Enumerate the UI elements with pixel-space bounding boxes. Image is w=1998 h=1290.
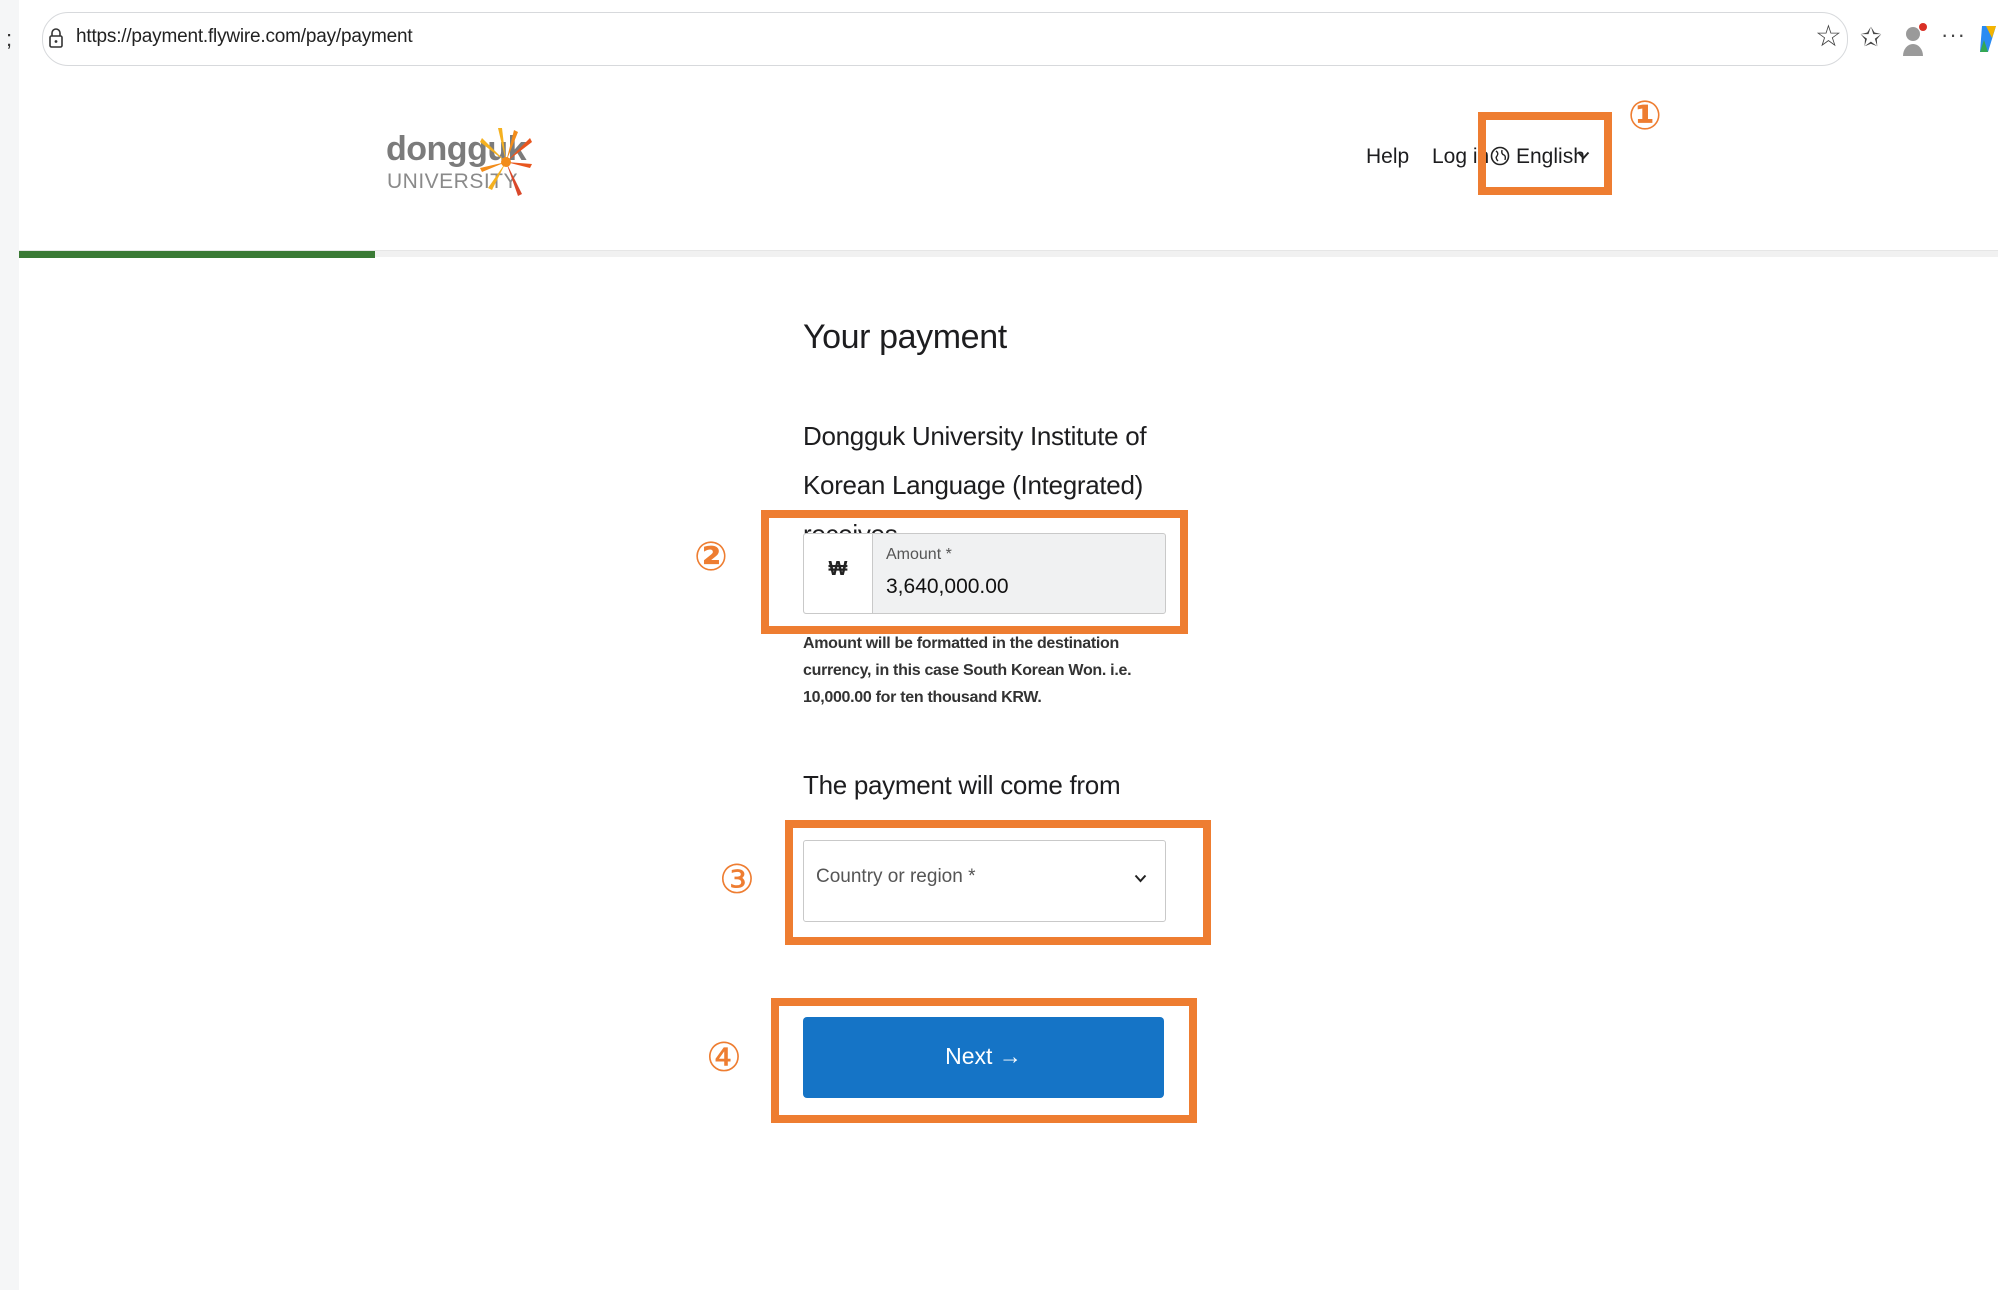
annotation-box-3 bbox=[785, 820, 1211, 945]
payment-origin-label: The payment will come from bbox=[803, 770, 1121, 800]
annotation-marker-2: ② bbox=[694, 534, 728, 580]
lotus-logo-icon bbox=[480, 128, 532, 196]
annotation-marker-4: ④ bbox=[706, 1035, 742, 1081]
annotation-box-4 bbox=[771, 998, 1197, 1123]
url-text[interactable]: https://payment.flywire.com/pay/payment bbox=[76, 26, 413, 48]
help-link[interactable]: Help bbox=[1366, 145, 1409, 169]
annotation-box-2 bbox=[761, 510, 1188, 634]
annotation-box-1 bbox=[1478, 112, 1612, 195]
profile-avatar-icon[interactable] bbox=[1901, 20, 1929, 60]
page-title: Your payment bbox=[803, 318, 1007, 356]
favorites-list-icon[interactable]: ✩ bbox=[1860, 24, 1882, 50]
annotation-marker-3: ③ bbox=[719, 857, 755, 903]
gutter-mark: ; bbox=[6, 26, 13, 51]
lock-icon[interactable] bbox=[48, 26, 64, 50]
progress-bar bbox=[19, 251, 375, 258]
left-gutter bbox=[0, 0, 19, 1290]
copilot-icon[interactable] bbox=[1978, 22, 1998, 56]
favorite-star-icon[interactable]: ☆ bbox=[1815, 22, 1842, 52]
annotation-marker-1: ① bbox=[1628, 93, 1662, 139]
site-header bbox=[19, 72, 1998, 251]
more-menu-icon[interactable]: ··· bbox=[1941, 22, 1966, 48]
amount-helper-text: Amount will be formatted in the destinat… bbox=[803, 635, 1132, 706]
